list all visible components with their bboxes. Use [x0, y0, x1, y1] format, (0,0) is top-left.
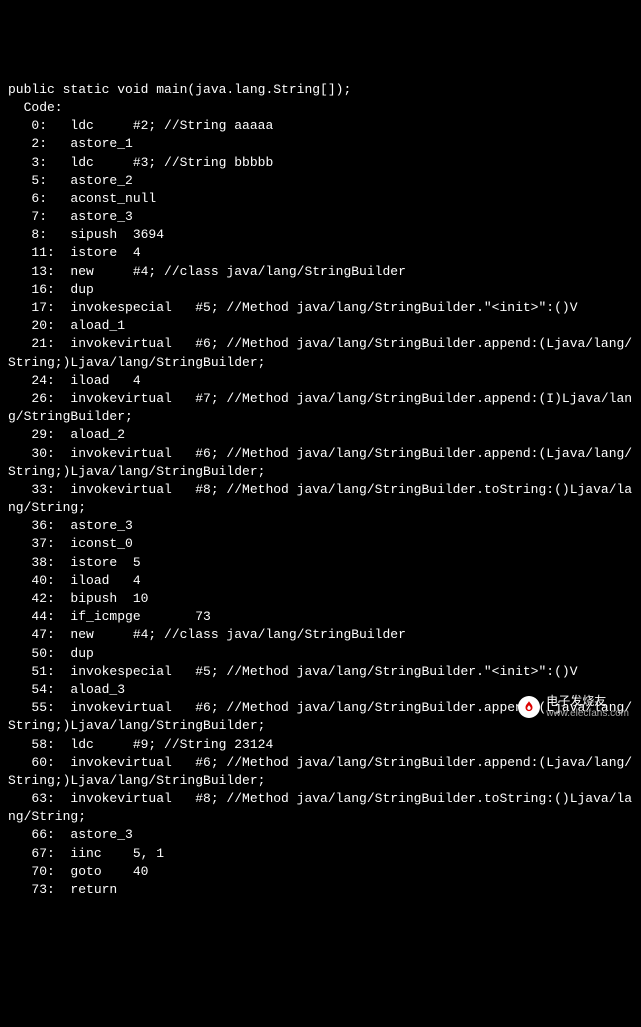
- watermark-url: www.elecfans.com: [546, 708, 629, 719]
- bytecode-lines: 0: ldc #2; //String aaaaa 2: astore_1 3:…: [8, 118, 632, 897]
- watermark-brand: 电子发烧友: [546, 695, 629, 708]
- watermark-text: 电子发烧友 www.elecfans.com: [546, 695, 629, 719]
- code-label: Code:: [8, 100, 63, 115]
- watermark-flame-icon: [518, 696, 540, 718]
- watermark: 电子发烧友 www.elecfans.com: [518, 695, 629, 719]
- bytecode-listing: public static void main(java.lang.String…: [8, 81, 633, 899]
- method-signature: public static void main(java.lang.String…: [8, 82, 351, 97]
